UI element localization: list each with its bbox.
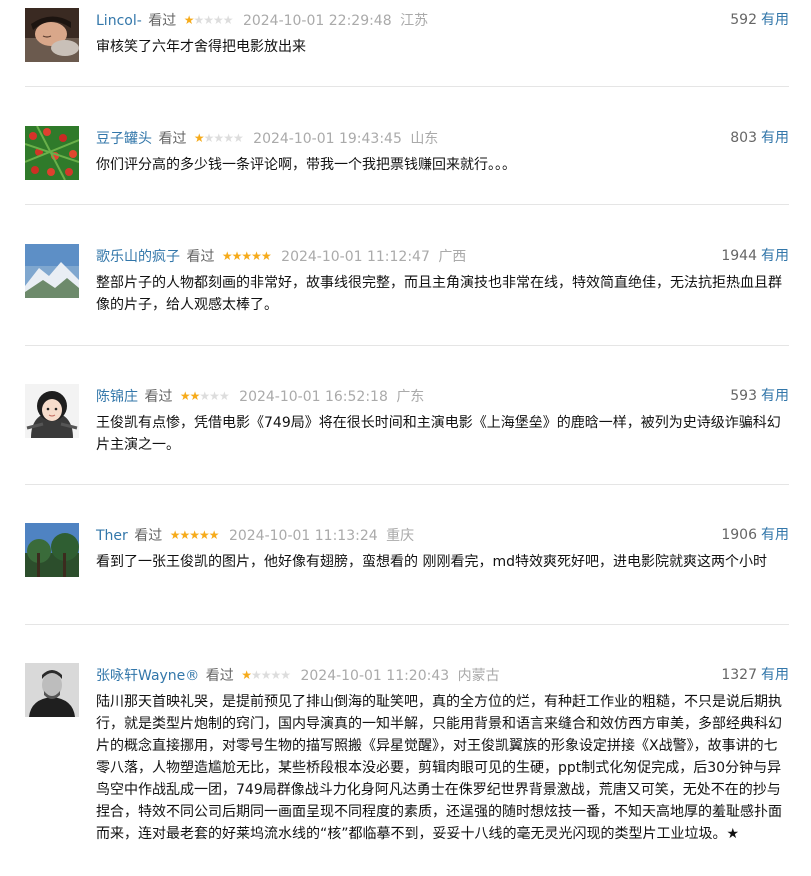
vote-area: 1906 有用 (721, 525, 789, 545)
comment-text: 陆川那天首映礼哭，是提前预见了排山倒海的耻笑吧，真的全方位的烂，有种赶工作业的粗… (96, 694, 782, 842)
username-link[interactable]: 豆子罐头 (96, 131, 152, 147)
man-portrait-avatar[interactable] (25, 663, 79, 717)
divider (25, 86, 789, 87)
vote-count: 1906 (721, 527, 757, 543)
watched-label: 看过 (186, 249, 215, 265)
comment-location: 广西 (438, 249, 467, 265)
rating-stars: ★★★★★ (179, 389, 230, 403)
comment-header: 豆子罐头 看过 ★★★★★ 2024-10-01 19:43:45 山东 803… (96, 128, 789, 150)
rating-stars: ★★★★★ (221, 249, 272, 263)
comment-header: 张咏轩Wayne® 看过 ★★★★★ 2024-10-01 11:20:43 内… (96, 665, 789, 687)
username-link[interactable]: Ther (96, 528, 128, 544)
watched-label: 看过 (148, 13, 177, 29)
vote-area: 1327 有用 (721, 665, 789, 685)
watched-label: 看过 (205, 668, 234, 684)
comment-time: 2024-10-01 11:12:47 (281, 249, 430, 265)
comment-time: 2024-10-01 11:20:43 (300, 668, 450, 684)
vote-count: 803 (730, 130, 757, 146)
useful-button[interactable]: 有用 (761, 667, 789, 683)
useful-button[interactable]: 有用 (761, 130, 789, 146)
comment-time: 2024-10-01 11:13:24 (228, 528, 378, 544)
comment-header: Lincol- 看过 ★★★★★ 2024-10-01 22:29:48 江苏 … (96, 10, 789, 32)
watched-label: 看过 (158, 131, 187, 147)
rating-stars: ★★★★★ (193, 131, 244, 145)
comment-text: 王俊凯有点惨，凭借电影《749局》将在很长时间和主演电影《上海堡垒》的鹿晗一样，… (96, 415, 781, 453)
divider (25, 204, 789, 205)
vote-count: 1327 (721, 667, 757, 683)
comment-header: 陈锦庄 看过 ★★★★★ 2024-10-01 16:52:18 广东 593 有… (96, 386, 789, 408)
vote-area: 592 有用 (730, 10, 789, 30)
rating-stars: ★★★★★ (169, 528, 220, 542)
comment-text: 整部片子的人物都刻画的非常好，故事线很完整，而且主角演技也非常在线，特效简直绝佳… (96, 275, 782, 313)
watched-label: 看过 (134, 528, 163, 544)
useful-button[interactable]: 有用 (761, 248, 789, 264)
useful-button[interactable]: 有用 (761, 527, 789, 543)
vote-area: 803 有用 (730, 128, 789, 148)
username-link[interactable]: 张咏轩Wayne® (96, 668, 199, 684)
comment-location: 重庆 (386, 528, 415, 544)
useful-button[interactable]: 有用 (761, 12, 789, 28)
comment-location: 内蒙古 (457, 668, 500, 684)
divider (25, 624, 789, 625)
username-link[interactable]: 陈锦庄 (96, 389, 138, 405)
comment-location: 江苏 (400, 13, 429, 29)
comment-time: 2024-10-01 19:43:45 (253, 131, 402, 147)
comment-location: 山东 (410, 131, 439, 147)
divider (25, 345, 789, 346)
cartoon-girl-avatar[interactable] (25, 384, 79, 438)
comment-time: 2024-10-01 16:52:18 (239, 389, 388, 405)
username-link[interactable]: Lincol- (96, 13, 142, 29)
vote-area: 1944 有用 (721, 246, 789, 266)
comment-time: 2024-10-01 22:29:48 (242, 13, 392, 29)
vote-count: 593 (730, 388, 757, 404)
comment-text: 你们评分高的多少钱一条评论啊，带我一个我把票钱赚回来就行。。。 (96, 157, 516, 173)
vote-count: 1944 (721, 248, 757, 264)
tree-sky-avatar[interactable] (25, 523, 79, 577)
comment-header: Ther 看过 ★★★★★ 2024-10-01 11:13:24 重庆 190… (96, 525, 789, 547)
comment-header: 歌乐山的疯子 看过 ★★★★★ 2024-10-01 11:12:47 广西 1… (96, 246, 789, 268)
sleeping-person-avatar[interactable] (25, 8, 79, 62)
comment-text: 看到了一张王俊凯的图片，他好像有翅膀，蛮想看的 刚刚看完，md特效爽死好吧，进电… (96, 554, 767, 570)
green-berries-avatar[interactable] (25, 126, 79, 180)
rating-stars: ★★★★★ (183, 13, 234, 27)
rating-stars: ★★★★★ (241, 668, 291, 682)
useful-button[interactable]: 有用 (761, 388, 789, 404)
comment-location: 广东 (396, 389, 425, 405)
watched-label: 看过 (144, 389, 173, 405)
vote-area: 593 有用 (730, 386, 789, 406)
vote-count: 592 (730, 12, 757, 28)
snow-mountain-avatar[interactable] (25, 244, 79, 298)
username-link[interactable]: 歌乐山的疯子 (96, 249, 180, 265)
comment-text: 审核笑了六年才舍得把电影放出来 (96, 39, 306, 55)
divider (25, 484, 789, 485)
